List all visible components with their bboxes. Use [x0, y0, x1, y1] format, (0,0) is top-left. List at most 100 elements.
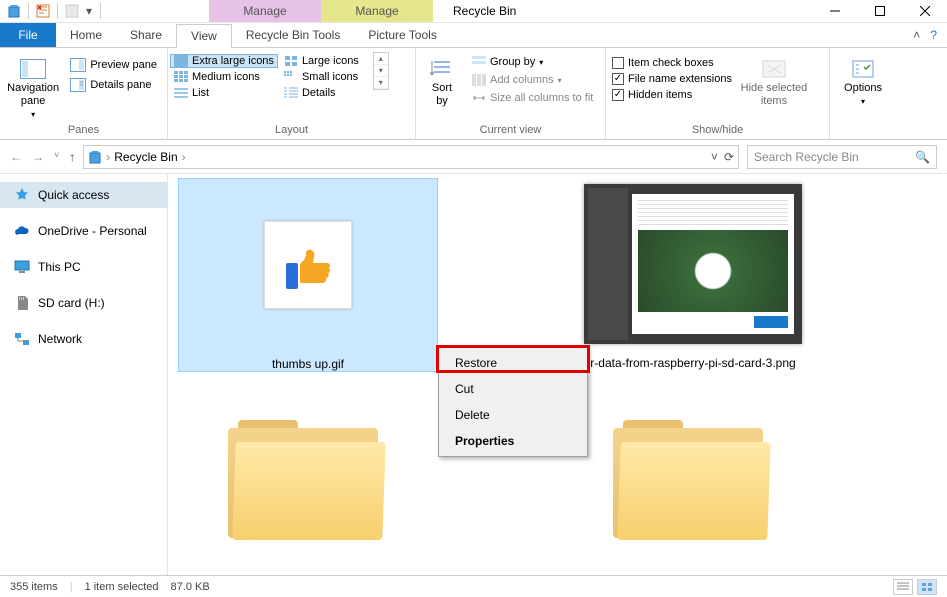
search-icon: 🔍: [915, 150, 930, 164]
qat-dropdown-icon[interactable]: ▾: [84, 3, 94, 19]
file-item-thumbs-up[interactable]: thumbs up.gif: [178, 178, 438, 372]
breadcrumb[interactable]: › Recycle Bin › ˅ ⟳: [83, 145, 739, 169]
group-by-button[interactable]: Group by ▾: [468, 54, 597, 70]
chevron-down-icon: ▾: [31, 110, 35, 119]
item-check-boxes-toggle[interactable]: Item check boxes: [612, 56, 732, 70]
recycle-bin-icon: [88, 150, 102, 164]
cloud-icon: [14, 223, 30, 239]
thumbs-up-icon: [278, 235, 338, 295]
chevron-down-icon: ▾: [539, 58, 543, 67]
file-extensions-toggle[interactable]: ✓File name extensions: [612, 72, 732, 86]
icons-small-icon: [284, 71, 298, 83]
ribbon-group-panes: Panes: [0, 124, 167, 139]
help-icon[interactable]: ?: [930, 28, 937, 42]
ribbon-group-current-view: Current view: [416, 124, 605, 139]
address-bar: ← → ˅ ↑ › Recycle Bin › ˅ ⟳ Search Recyc…: [0, 140, 947, 174]
add-columns-icon: [472, 74, 486, 86]
sidebar-item-network[interactable]: Network: [0, 326, 167, 352]
navigation-pane-button[interactable]: Navigation pane ▾: [6, 52, 60, 119]
tab-share[interactable]: Share: [116, 23, 176, 47]
tab-file[interactable]: File: [0, 23, 56, 47]
context-menu-delete[interactable]: Delete: [441, 402, 585, 428]
layout-large-icons[interactable]: Large icons: [280, 54, 363, 68]
hidden-items-toggle[interactable]: ✓Hidden items: [612, 88, 732, 102]
navigation-sidebar: Quick access OneDrive - Personal This PC…: [0, 174, 168, 575]
folder-icon: [613, 420, 773, 540]
window-controls: [812, 0, 947, 22]
search-placeholder: Search Recycle Bin: [754, 150, 909, 164]
context-menu-cut[interactable]: Cut: [441, 376, 585, 402]
layout-list[interactable]: List: [170, 86, 278, 100]
status-size: 87.0 KB: [171, 581, 210, 593]
preview-pane-button[interactable]: Preview pane: [66, 56, 161, 74]
layout-small-icons[interactable]: Small icons: [280, 70, 363, 84]
recent-locations-button[interactable]: ˅: [54, 150, 59, 164]
contextual-tab-manage-1[interactable]: Manage: [209, 0, 321, 22]
ribbon-group-layout: Layout: [168, 124, 415, 139]
quick-access-toolbar: ▾: [0, 3, 109, 19]
file-view[interactable]: thumbs up.gif r-data-from-raspberry-pi-s…: [168, 174, 947, 575]
tab-picture-tools[interactable]: Picture Tools: [354, 23, 450, 47]
hide-selected-icon: [760, 58, 788, 80]
recycle-bin-icon[interactable]: [6, 3, 22, 19]
icons-medium-icon: [174, 71, 188, 83]
network-icon: [14, 331, 30, 347]
sidebar-item-onedrive[interactable]: OneDrive - Personal: [0, 218, 167, 244]
size-columns-icon: [472, 92, 486, 104]
layout-medium-icons[interactable]: Medium icons: [170, 70, 278, 84]
options-icon: [849, 58, 877, 80]
view-thumbnails-toggle[interactable]: [917, 579, 937, 595]
chevron-down-icon: ▾: [861, 97, 865, 106]
close-button[interactable]: [902, 0, 947, 22]
add-columns-button[interactable]: Add columns ▾: [468, 72, 597, 88]
size-columns-button[interactable]: Size all columns to fit: [468, 90, 597, 106]
layout-details[interactable]: Details: [280, 86, 363, 100]
context-menu-properties[interactable]: Properties: [441, 428, 585, 454]
checkbox-unchecked-icon: [612, 57, 624, 69]
titlebar: ▾ Manage Manage Recycle Bin: [0, 0, 947, 23]
sidebar-item-this-pc[interactable]: This PC: [0, 254, 167, 280]
breadcrumb-location[interactable]: Recycle Bin: [114, 150, 177, 164]
status-bar: 355 items | 1 item selected 87.0 KB: [0, 575, 947, 597]
sort-by-button[interactable]: Sort by: [422, 52, 462, 108]
sidebar-item-quick-access[interactable]: Quick access: [0, 182, 167, 208]
forward-button[interactable]: →: [32, 150, 44, 164]
icons-xl-icon: [174, 55, 188, 67]
context-menu: Restore Cut Delete Properties: [438, 347, 588, 457]
file-item-raspberry-png[interactable]: r-data-from-raspberry-pi-sd-card-3.png: [563, 178, 823, 370]
ribbon: Navigation pane ▾ Preview pane Details p…: [0, 48, 947, 140]
layout-extra-large-icons[interactable]: Extra large icons: [170, 54, 278, 68]
file-item-folder-2[interactable]: [563, 394, 823, 566]
search-input[interactable]: Search Recycle Bin 🔍: [747, 145, 937, 169]
ribbon-collapse-icon[interactable]: ˄: [913, 28, 920, 42]
properties-icon[interactable]: [35, 3, 51, 19]
tab-recycle-bin-tools[interactable]: Recycle Bin Tools: [232, 23, 355, 47]
breadcrumb-dropdown-icon[interactable]: ˅: [711, 150, 718, 164]
sidebar-item-sd-card[interactable]: SD card (H:): [0, 290, 167, 316]
window-title: Recycle Bin: [453, 4, 516, 18]
star-icon: [14, 187, 30, 203]
layout-scroll[interactable]: ▴▾▾: [373, 52, 389, 90]
maximize-button[interactable]: [857, 0, 902, 22]
status-item-count: 355 items: [10, 581, 58, 593]
details-pane-button[interactable]: Details pane: [66, 76, 161, 94]
qat-placeholder-icon[interactable]: [64, 3, 80, 19]
folder-icon: [228, 420, 388, 540]
options-button[interactable]: Options ▾: [836, 52, 890, 106]
refresh-button[interactable]: ⟳: [724, 150, 734, 164]
minimize-button[interactable]: [812, 0, 857, 22]
tab-home[interactable]: Home: [56, 23, 116, 47]
tab-view[interactable]: View: [176, 24, 232, 48]
up-button[interactable]: ↑: [69, 150, 75, 164]
back-button[interactable]: ←: [10, 150, 22, 164]
hide-selected-items-button[interactable]: Hide selected items: [738, 52, 810, 108]
icons-large-icon: [284, 55, 298, 67]
ribbon-group-show-hide: Show/hide: [606, 124, 829, 139]
contextual-tab-manage-2[interactable]: Manage: [321, 0, 433, 22]
sort-by-icon: [428, 58, 456, 80]
file-item-folder-1[interactable]: [178, 394, 438, 566]
icons-list-icon: [174, 87, 188, 99]
view-details-toggle[interactable]: [893, 579, 913, 595]
status-selection: 1 item selected: [85, 581, 159, 593]
context-menu-restore[interactable]: Restore: [441, 350, 585, 376]
